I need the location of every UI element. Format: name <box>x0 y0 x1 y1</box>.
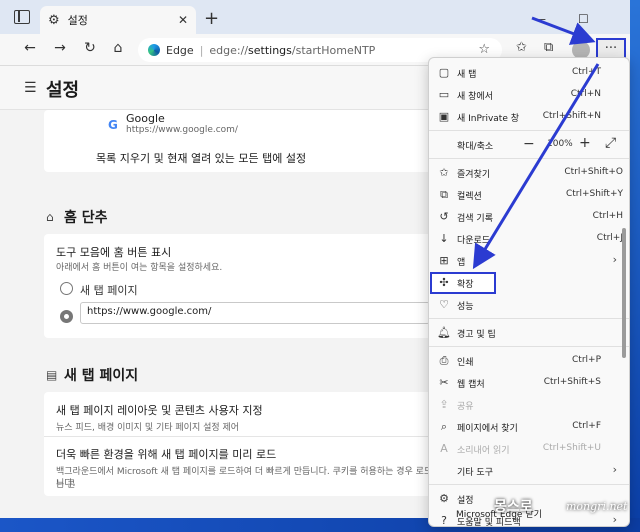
back-icon[interactable]: ← <box>20 40 40 56</box>
printer-icon: ⎙ <box>439 354 449 367</box>
ntp-section-title: 새 탭 페이지 <box>64 368 139 384</box>
address-url: edge://settings/startHomeNTP <box>209 43 376 57</box>
engine-url: https://www.google.com/ <box>126 125 238 135</box>
home-url-input[interactable]: https://www.google.com/ <box>80 302 430 324</box>
menu-scrollbar[interactable] <box>622 228 626 358</box>
plus-icon[interactable]: + <box>204 8 219 29</box>
new-window-icon: ▭ <box>438 88 450 101</box>
ntp-row1-title[interactable]: 새 탭 페이지 레이아웃 및 콘텐츠 사용자 지정 <box>56 402 263 418</box>
menu-new-tab[interactable]: ▢ 새 탭 Ctrl+T <box>429 62 629 84</box>
newtab-icon: ▤ <box>46 368 58 382</box>
tab-title: 설정 <box>67 14 88 27</box>
ntp-row2-title: 더욱 빠른 환경을 위해 새 탭 페이지를 미리 로드 <box>56 448 277 461</box>
menu-history[interactable]: ↺ 검색 기록 Ctrl+H <box>429 206 629 228</box>
favorites-icon[interactable]: ✩ <box>516 40 527 55</box>
fullscreen-icon[interactable]: ⤢ <box>605 135 616 151</box>
engine-name: Google <box>126 112 165 125</box>
home-icon[interactable]: ⌂ <box>108 40 128 56</box>
apps-icon: ⊞ <box>439 254 449 267</box>
menu-read-aloud[interactable]: A 소리내어 읽기 Ctrl+Shift+U <box>429 438 629 460</box>
search-engine-card: G Google https://www.google.com/ 목록 지우기 … <box>44 110 444 172</box>
settings-and-more-menu: ▢ 새 탭 Ctrl+T ▭ 새 창에서 Ctrl+N ▣ 새 InPrivate 창 Ct… <box>428 57 630 527</box>
forward-icon[interactable]: → <box>50 40 70 56</box>
edge-logo-icon <box>148 44 160 56</box>
menu-performance[interactable]: ♡ 성능 <box>429 294 629 316</box>
zoom-out-button[interactable]: − <box>523 136 535 152</box>
tab-bar: ⚙ 설정 ✕ + — ☐ <box>0 0 630 34</box>
menu-downloads[interactable]: ↓ 다운로드 Ctrl+J <box>429 228 629 250</box>
puzzle-icon: ✣ <box>439 276 449 289</box>
maximize-icon[interactable]: ☐ <box>578 12 589 26</box>
share-icon: ⇪ <box>439 398 449 411</box>
menu-zoom: 확대/축소 − 100% + ⤢ <box>457 135 617 152</box>
new-tab-icon: ▢ <box>438 66 450 79</box>
download-icon: ↓ <box>439 232 449 245</box>
favorites-icon: ✩ <box>439 166 449 179</box>
home-section-title: 홈 단추 <box>64 210 108 226</box>
inprivate-icon: ▣ <box>438 110 450 123</box>
page-title: 설정 <box>46 80 80 101</box>
menu-new-window[interactable]: ▭ 새 창에서 Ctrl+N <box>429 84 629 106</box>
star-icon[interactable]: ☆ <box>478 42 490 57</box>
ntp-row2-desc-end: 니다. <box>56 479 76 489</box>
menu-separator <box>429 130 629 131</box>
address-brand: Edge <box>166 43 194 57</box>
hamburger-icon[interactable]: ☰ <box>24 80 37 96</box>
home-row-desc: 아래에서 홈 버튼이 여는 항목을 설정하세요. <box>56 263 223 273</box>
radio-newtab[interactable] <box>60 282 73 295</box>
menu-separator <box>429 346 629 347</box>
menu-favorites[interactable]: ✩ 즐겨찾기 Ctrl+Shift+O <box>429 162 629 184</box>
divider <box>44 436 444 437</box>
menu-more-tools[interactable]: 기타 도구 › <box>429 460 629 482</box>
heart-pulse-icon: ♡ <box>439 298 449 311</box>
menu-alerts[interactable]: 🔔︎ 경고 및 팁 <box>429 322 629 344</box>
menu-collections[interactable]: ⧉ 컬렉션 Ctrl+Shift+Y <box>429 184 629 206</box>
google-icon: G <box>108 118 118 132</box>
menu-separator <box>429 484 629 485</box>
zoom-value: 100% <box>547 139 573 149</box>
menu-share[interactable]: ⇪ 공유 <box>429 394 629 416</box>
find-icon: ⌕ <box>440 420 448 433</box>
menu-new-inprivate[interactable]: ▣ 새 InPrivate 창 Ctrl+Shift+N <box>429 106 629 128</box>
ntp-card: 새 탭 페이지 레이아웃 및 콘텐츠 사용자 지정 뉴스 피드, 배경 이미지 … <box>44 392 444 496</box>
collections-icon: ⧉ <box>440 188 448 201</box>
radio-newtab-label: 새 탭 페이지 <box>80 284 138 297</box>
menu-separator <box>429 158 629 159</box>
collections-icon[interactable]: ⧉ <box>544 40 553 55</box>
home-icon: ⌂ <box>46 210 54 224</box>
menu-apps[interactable]: ⊞ 앱 › <box>429 250 629 272</box>
minimize-icon[interactable]: — <box>534 12 546 26</box>
desktop-background <box>630 0 640 532</box>
history-icon: ↺ <box>439 210 449 223</box>
address-separator: | <box>199 43 204 57</box>
menu-web-capture[interactable]: ✂ 웹 캡처 Ctrl+Shift+S <box>429 372 629 394</box>
home-row-title: 도구 모음에 홈 버튼 표시 <box>56 246 172 259</box>
watermark-url: mongri.net <box>566 500 628 513</box>
chevron-right-icon: › <box>612 253 617 266</box>
scissors-icon: ✂ <box>439 376 449 389</box>
menu-print[interactable]: ⎙ 인쇄 Ctrl+P <box>429 350 629 372</box>
read-aloud-icon: A <box>440 442 448 455</box>
refresh-icon[interactable]: ↻ <box>80 40 100 56</box>
menu-find[interactable]: ⌕ 페이지에서 찾기 Ctrl+F <box>429 416 629 438</box>
tab-actions-icon[interactable] <box>14 10 30 24</box>
menu-extensions[interactable]: ✣ 확장 <box>430 272 496 294</box>
menu-separator <box>429 318 629 319</box>
chevron-right-icon: › <box>612 463 617 476</box>
gear-icon: ⚙ <box>48 12 60 28</box>
clear-label[interactable]: 목록 지우기 및 현재 열려 있는 모든 탭에 설정 <box>96 150 306 166</box>
close-icon[interactable]: ✕ <box>178 13 188 27</box>
ntp-row1-desc: 뉴스 피드, 배경 이미지 및 기타 페이지 설정 제어 <box>56 423 240 433</box>
tab-settings[interactable]: ⚙ 설정 ✕ <box>40 6 196 34</box>
zoom-in-button[interactable]: + <box>579 135 591 151</box>
ntp-row2-desc: 백그라운드에서 Microsoft 새 탭 페이지를 로드하여 더 빠르게 만듭… <box>56 467 441 490</box>
bell-icon: 🔔︎ <box>437 326 451 339</box>
radio-url[interactable] <box>60 310 73 323</box>
watermark-text: 몽스로 <box>494 499 533 515</box>
